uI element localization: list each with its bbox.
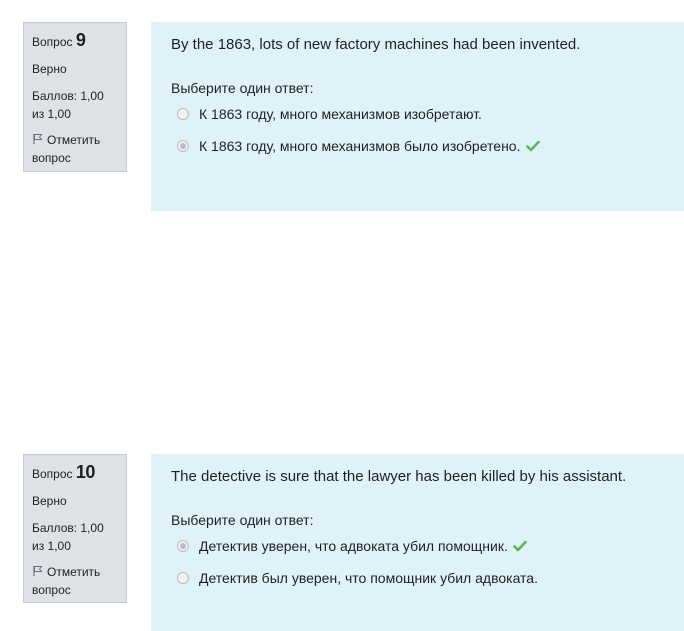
answer-option[interactable]: Детектив уверен, что адвоката убил помощ… [177,538,527,554]
question-text: By the 1863, lots of new factory machine… [171,36,581,53]
question-number-line: Вопрос 9 [32,29,118,53]
check-icon [525,140,540,152]
question-grade: Баллов: 1,00 из 1,00 [32,521,104,553]
answer-radio-selected[interactable] [177,140,189,152]
question-10: Вопрос 10 Верно Баллов: 1,00 из 1,00 Отм… [0,216,684,631]
answer-radio-selected[interactable] [177,540,189,552]
check-icon [513,540,527,552]
answer-option[interactable]: К 1863 году, много механизмов было изобр… [177,138,540,154]
flag-icon [33,134,43,144]
answer-prompt: Выберите один ответ: [171,512,314,528]
answer-radio[interactable] [177,108,189,120]
question-content: By the 1863, lots of new factory machine… [151,22,684,211]
question-content: The detective is sure that the lawyer ha… [151,454,684,631]
answer-option[interactable]: К 1863 году, много механизмов изобретают… [177,106,482,122]
answer-label: Детектив уверен, что адвоката убил помощ… [199,538,508,554]
flag-question-link[interactable]: Отметить вопрос [32,131,118,167]
question-info-panel: Вопрос 10 Верно Баллов: 1,00 из 1,00 Отм… [23,454,127,603]
question-state: Верно [32,62,67,76]
answer-option[interactable]: Детектив был уверен, что помощник убил а… [177,570,538,586]
question-label: Вопрос [32,467,73,481]
question-text: The detective is sure that the lawyer ha… [171,468,627,485]
question-9: Вопрос 9 Верно Баллов: 1,00 из 1,00 Отме… [0,0,684,215]
question-state: Верно [32,494,67,508]
flag-question-link[interactable]: Отметить вопрос [32,563,118,599]
answer-radio[interactable] [177,572,189,584]
answer-label: К 1863 году, много механизмов было изобр… [199,138,521,154]
answer-label: К 1863 году, много механизмов изобретают… [199,106,482,122]
question-number: 10 [75,462,96,482]
question-info-panel: Вопрос 9 Верно Баллов: 1,00 из 1,00 Отме… [23,22,127,172]
answer-prompt: Выберите один ответ: [171,80,314,96]
question-grade: Баллов: 1,00 из 1,00 [32,89,104,121]
question-number: 9 [75,30,86,50]
question-label: Вопрос [32,35,73,49]
flag-icon [33,566,43,576]
answer-label: Детектив был уверен, что помощник убил а… [199,570,538,586]
question-number-line: Вопрос 10 [32,461,118,485]
